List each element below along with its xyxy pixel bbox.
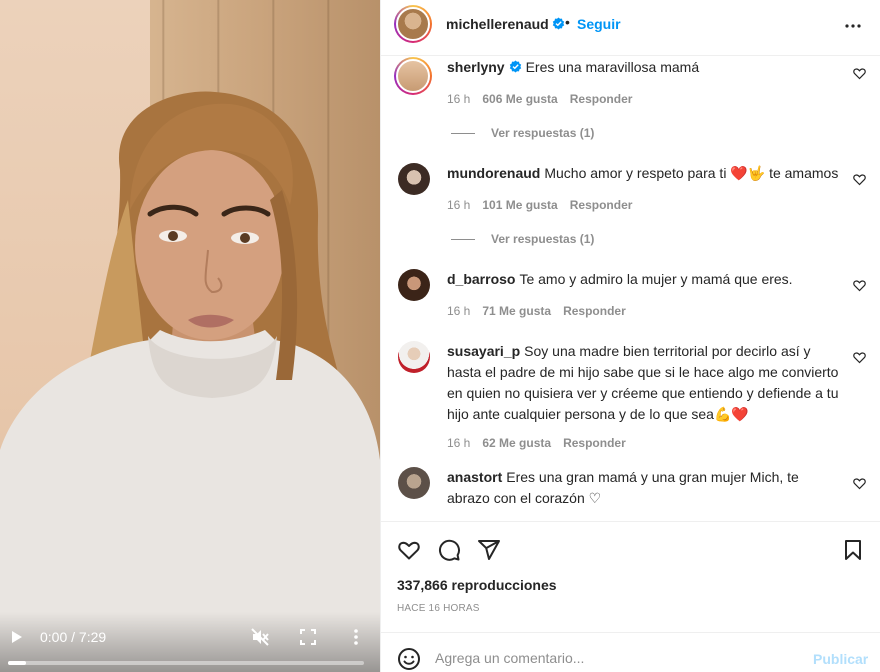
comment-heart-icon[interactable] (853, 477, 866, 490)
author-avatar[interactable] (394, 5, 432, 43)
comment-text-row: anastort Eres una gran mamá y una gran mu… (447, 467, 842, 509)
replies-line (451, 239, 475, 241)
reply-button[interactable]: Responder (563, 304, 626, 318)
heart-icon[interactable] (397, 538, 421, 562)
video-progress-bar[interactable] (8, 661, 364, 665)
author-name-row: michellerenaud (446, 16, 565, 34)
comment-text-row: mundorenaud Mucho amor y respeto para ti … (447, 163, 842, 184)
commenter-username[interactable]: d_barroso (447, 271, 515, 287)
comment-text: Mucho amor y respeto para ti ❤️🤟 te amam… (544, 165, 839, 181)
reply-button[interactable]: Responder (563, 436, 626, 450)
follow-button[interactable]: Seguir (577, 16, 621, 32)
post-header: michellerenaud • Seguir (381, 0, 880, 56)
comment-heart-icon[interactable] (853, 351, 866, 364)
reply-button[interactable]: Responder (570, 92, 633, 106)
emoji-icon[interactable] (397, 647, 421, 671)
comment-text-row: sherlyny Eres una maravillosa mamá (447, 57, 842, 78)
comment-text: Te amo y admiro la mujer y mamá que eres… (519, 271, 793, 287)
commenter-avatar[interactable] (398, 467, 430, 499)
view-replies-button[interactable]: Ver respuestas (1) (451, 232, 594, 246)
reply-button[interactable]: Responder (570, 198, 633, 212)
commenter-username[interactable]: mundorenaud (447, 165, 540, 181)
comment-text: Eres una maravillosa mamá (525, 59, 700, 75)
play-icon[interactable] (10, 630, 24, 644)
video-frame-person (0, 91, 380, 672)
comment-age: 16 h (447, 436, 471, 450)
commenter-avatar[interactable] (398, 341, 430, 373)
post-timestamp: HACE 16 HORAS (397, 603, 480, 614)
comment-heart-icon[interactable] (853, 67, 866, 80)
commenter-avatar[interactable] (394, 57, 432, 95)
author-username[interactable]: michellerenaud (446, 16, 549, 32)
replies-line (451, 133, 475, 135)
view-replies-label: Ver respuestas (1) (491, 232, 595, 246)
comment-likes[interactable]: 606 Me gusta (482, 92, 557, 106)
fullscreen-icon[interactable] (300, 629, 316, 645)
comment-composer: Publicar (381, 632, 880, 672)
more-options-icon[interactable] (843, 16, 863, 36)
comment-age: 16 h (447, 92, 471, 106)
comment-age: 16 h (447, 304, 471, 318)
comment-likes[interactable]: 101 Me gusta (482, 198, 557, 212)
video-progress-fill (8, 661, 26, 665)
comments-list[interactable]: sherlyny Eres una maravillosa mamá 16 h 6… (381, 57, 880, 521)
post-side-panel: michellerenaud • Seguir sherlyny Eres un… (380, 0, 880, 672)
comment-likes[interactable]: 62 Me gusta (482, 436, 551, 450)
video-player[interactable]: 0:00 / 7:29 (0, 0, 380, 672)
comment-meta: 16 h 71 Me gusta Responder (447, 304, 638, 318)
separator-dot: • (565, 14, 570, 30)
view-count[interactable]: 337,866 reproducciones (397, 577, 557, 593)
comment-input[interactable] (435, 648, 795, 668)
verified-badge-icon (509, 60, 521, 73)
comment-heart-icon[interactable] (853, 173, 866, 186)
bookmark-icon[interactable] (841, 538, 865, 562)
comment-text-row: d_barroso Te amo y admiro la mujer y mamá… (447, 269, 842, 290)
commenter-avatar[interactable] (398, 269, 430, 301)
comment-icon[interactable] (437, 538, 461, 562)
video-more-icon[interactable] (350, 628, 362, 646)
comment-age: 16 h (447, 198, 471, 212)
publish-button[interactable]: Publicar (813, 651, 868, 667)
comment-heart-icon[interactable] (853, 279, 866, 292)
view-replies-button[interactable]: Ver respuestas (1) (451, 126, 594, 140)
commenter-username[interactable]: anastort (447, 469, 502, 485)
commenter-username[interactable]: susayari_p (447, 343, 520, 359)
commenter-avatar[interactable] (398, 163, 430, 195)
comment-meta: 16 h 101 Me gusta Responder (447, 198, 644, 212)
commenter-username[interactable]: sherlyny (447, 59, 505, 75)
comment-meta: 16 h 62 Me gusta Responder (447, 436, 638, 450)
comment-meta: 16 h 606 Me gusta Responder (447, 92, 644, 106)
view-replies-label: Ver respuestas (1) (491, 126, 595, 140)
share-icon[interactable] (477, 538, 501, 562)
comment-likes[interactable]: 71 Me gusta (482, 304, 551, 318)
post-actions (381, 521, 880, 577)
verified-badge-icon (552, 17, 564, 30)
mute-icon[interactable] (251, 628, 269, 646)
comment-text-row: susayari_p Soy una madre bien territorial… (447, 341, 842, 425)
video-time: 0:00 / 7:29 (40, 629, 107, 645)
instagram-post-view: 0:00 / 7:29 michellerenaud • Seguir sher… (0, 0, 880, 672)
